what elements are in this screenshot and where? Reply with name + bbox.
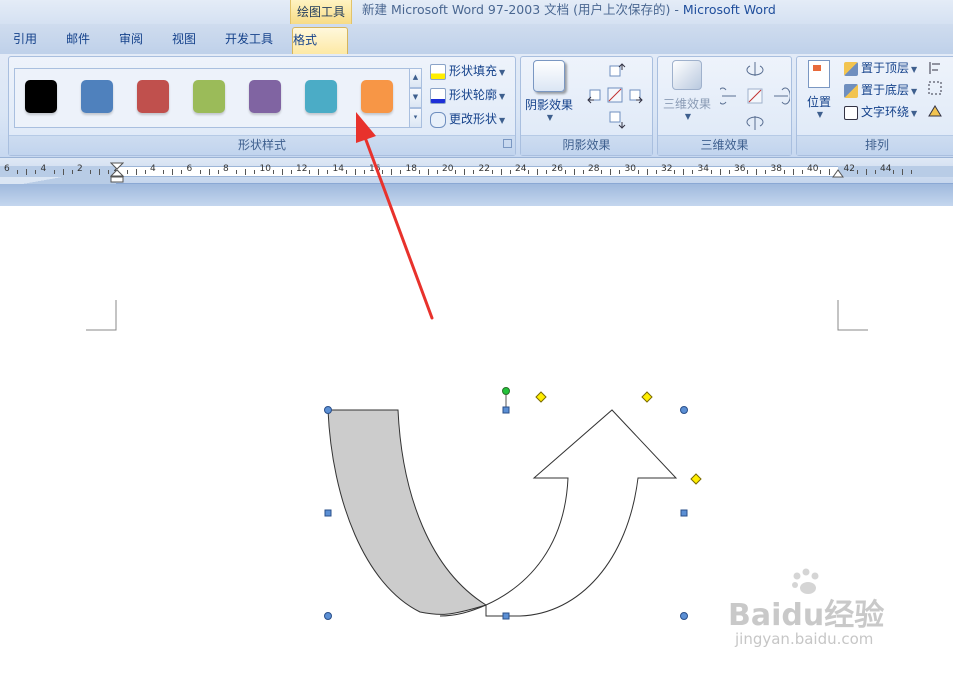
document-canvas <box>86 112 868 620</box>
page-corner-mark-right <box>837 300 868 331</box>
uturn-arrow-shape[interactable] <box>327 409 678 617</box>
adjust-handle-1[interactable] <box>535 391 547 403</box>
resize-handle-left[interactable] <box>324 509 332 517</box>
annotation-arrow <box>356 112 434 320</box>
page-corner-mark-left <box>86 300 117 331</box>
resize-handle-top[interactable] <box>502 406 510 414</box>
resize-handle-top-right[interactable] <box>680 406 688 414</box>
watermark-brand: Baidu经验 <box>728 598 885 633</box>
adjust-handle-3[interactable] <box>690 473 702 485</box>
adjust-handle-2[interactable] <box>641 391 653 403</box>
watermark-url: jingyan.baidu.com <box>735 630 874 648</box>
resize-handle-bottom-left[interactable] <box>324 612 332 620</box>
resize-handle-bottom[interactable] <box>502 612 510 620</box>
resize-handle-top-left[interactable] <box>324 406 332 414</box>
resize-handle-right[interactable] <box>680 509 688 517</box>
rotation-handle[interactable] <box>502 387 510 395</box>
resize-handle-bottom-right[interactable] <box>680 612 688 620</box>
